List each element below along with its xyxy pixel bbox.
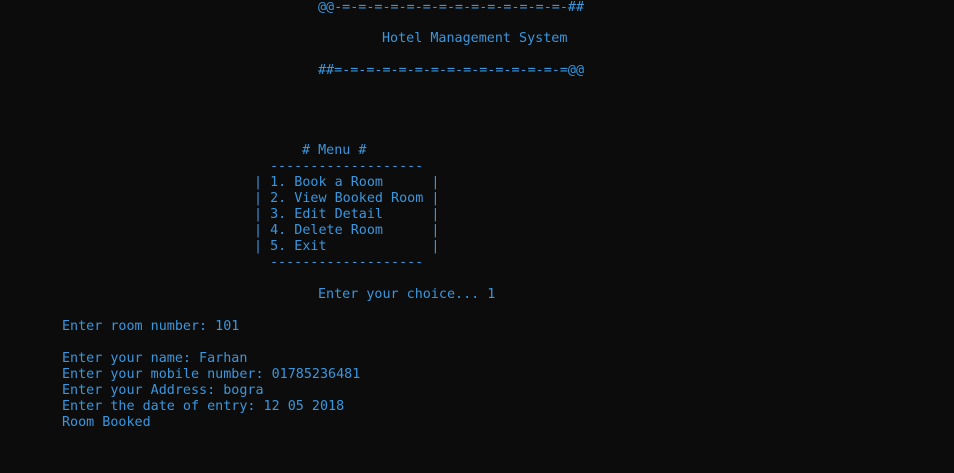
menu-item-book-room: | 1. Book a Room |: [254, 175, 440, 190]
menu-item-edit-detail: | 3. Edit Detail |: [254, 207, 440, 222]
banner-bottom-border: ##=-=-=-=-=-=-=-=-=-=-=-=-=-=-=@@: [318, 63, 585, 78]
menu-item-view-booked-room: | 2. View Booked Room |: [254, 191, 440, 206]
result-message: Room Booked: [62, 415, 151, 430]
date-prompt: Enter the date of entry: 12 05 2018: [62, 399, 345, 414]
menu-top-rule: -------------------: [270, 159, 424, 174]
room-number-prompt: Enter room number: 101: [62, 319, 240, 334]
console-window[interactable]: @@-=-=-=-=-=-=-=-=-=-=-=-=-=-=-## Hotel …: [0, 0, 954, 473]
app-title: Hotel Management System: [382, 31, 568, 46]
banner-top-border: @@-=-=-=-=-=-=-=-=-=-=-=-=-=-=-##: [318, 0, 585, 15]
menu-item-exit: | 5. Exit |: [254, 239, 440, 254]
address-prompt: Enter your Address: bogra: [62, 383, 264, 398]
menu-heading: # Menu #: [302, 143, 367, 158]
menu-bottom-rule: -------------------: [270, 255, 424, 270]
menu-item-delete-room: | 4. Delete Room |: [254, 223, 440, 238]
mobile-prompt: Enter your mobile number: 01785236481: [62, 367, 361, 382]
choice-prompt: Enter your choice... 1: [318, 287, 496, 302]
name-prompt: Enter your name: Farhan: [62, 351, 248, 366]
